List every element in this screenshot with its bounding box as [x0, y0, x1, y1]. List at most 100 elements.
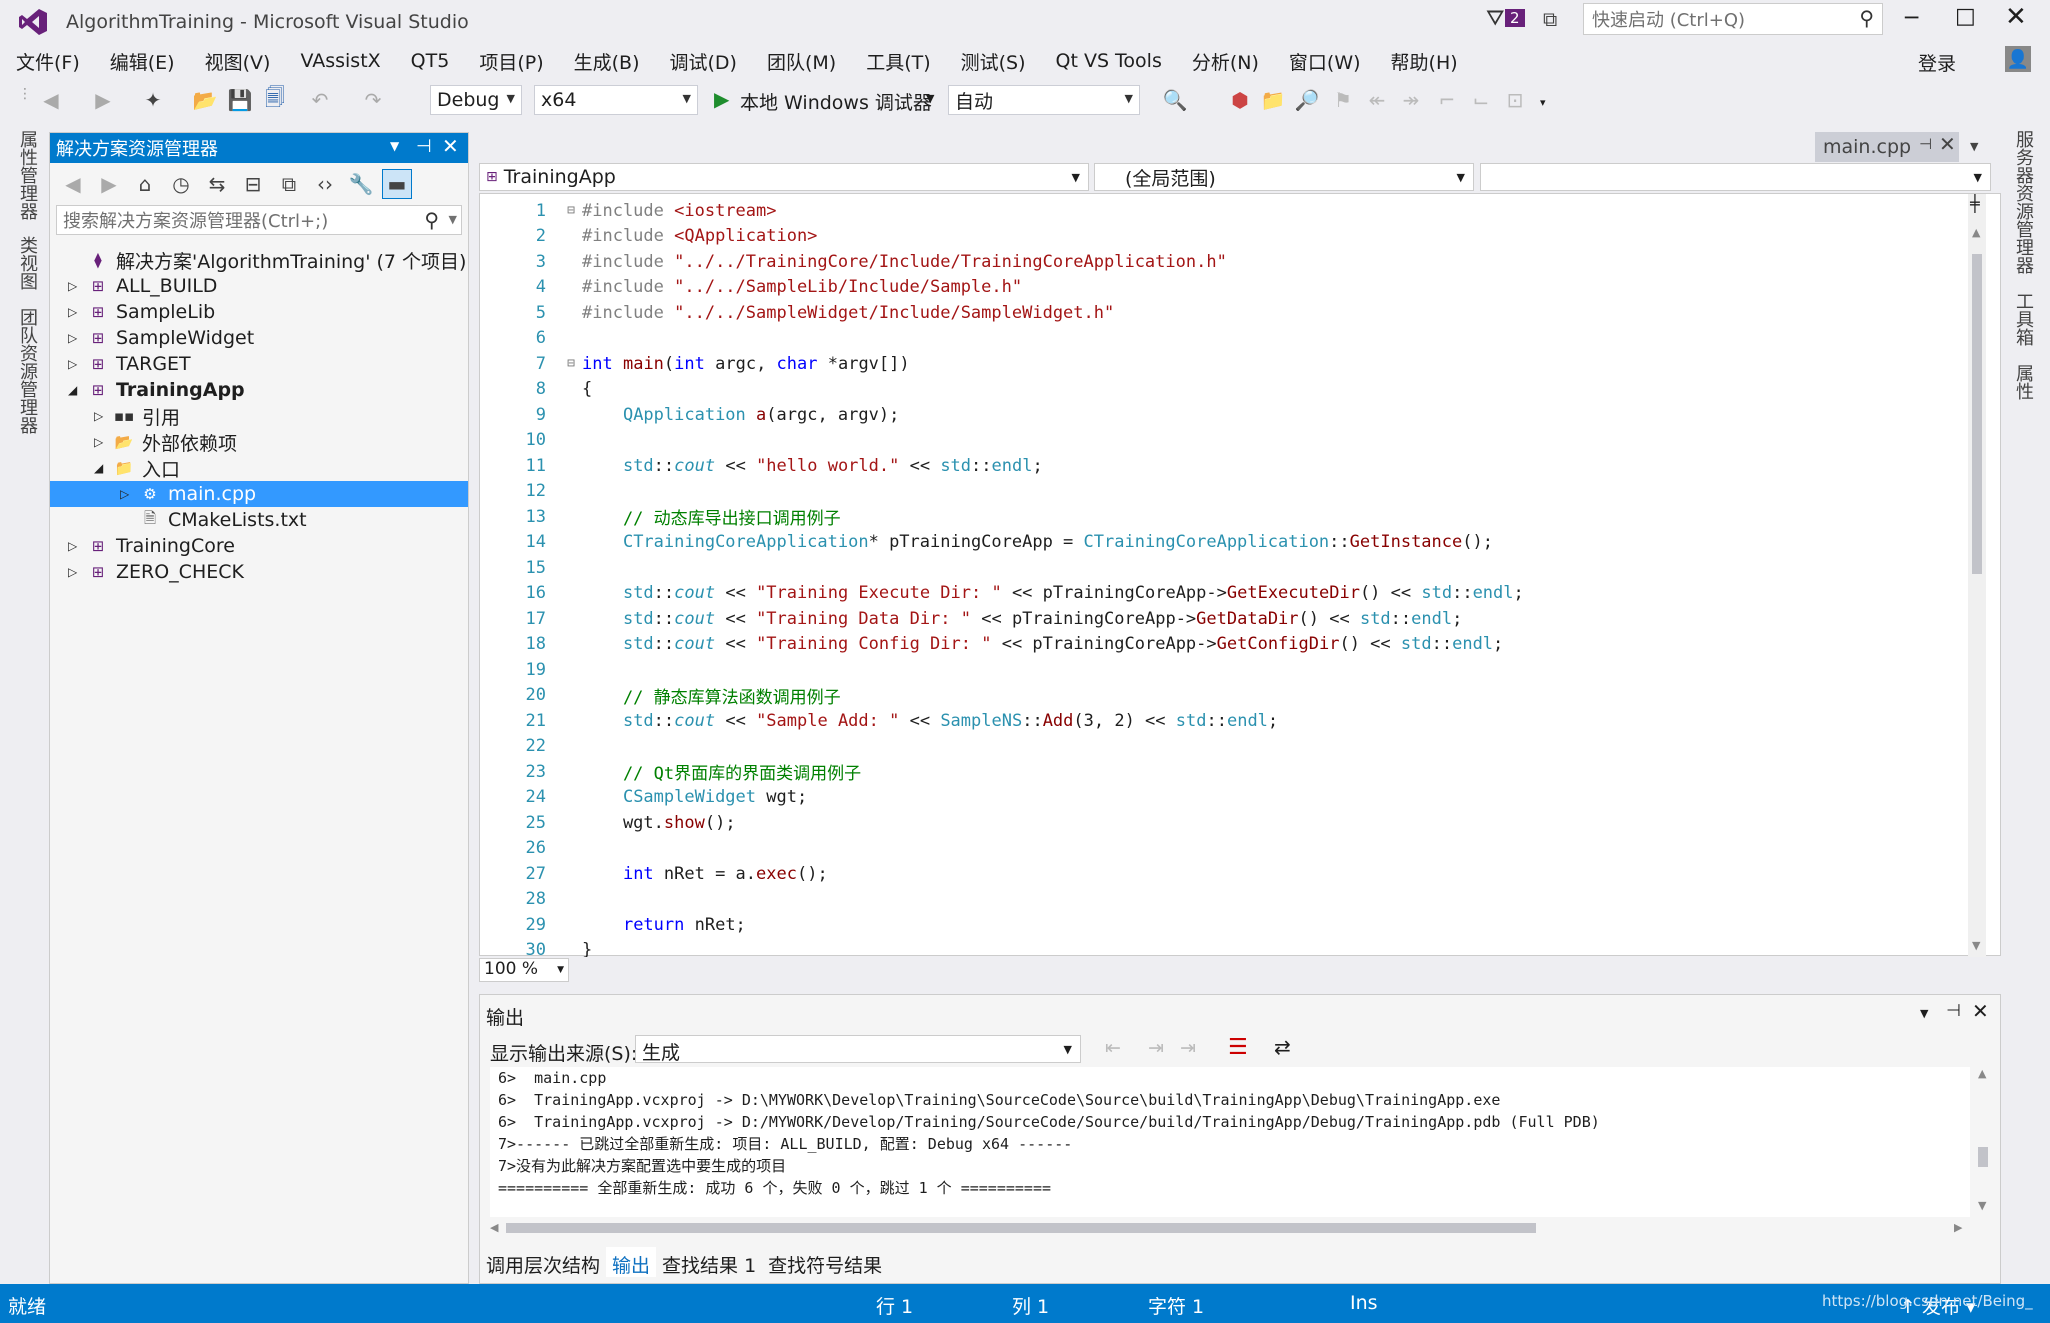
- preview-selected-icon[interactable]: ▬: [382, 169, 412, 199]
- expander-icon[interactable]: ▷: [68, 357, 86, 371]
- save-all-icon[interactable]: 🗐: [260, 85, 290, 115]
- menu-item-analyze[interactable]: 分析(N): [1177, 44, 1274, 78]
- tree-item[interactable]: ▷ ⊞ ZERO_CHECK: [50, 559, 468, 585]
- scroll-up-icon[interactable]: ▲: [1978, 1067, 1986, 1080]
- tab-team-explorer[interactable]: 团队资源管理器: [14, 308, 40, 434]
- member-nav-select[interactable]: ▼: [1480, 163, 1991, 191]
- code-editor[interactable]: 1 ⊟ #include <iostream> 2 #include <QApplica…: [479, 193, 2001, 957]
- code-line[interactable]: 22: [480, 734, 1985, 760]
- code-line[interactable]: 14 CTrainingCoreApplication* pTrainingCo…: [480, 530, 1985, 556]
- next-bookmark-icon[interactable]: ↠: [1396, 85, 1426, 115]
- code-line[interactable]: 12: [480, 479, 1985, 505]
- show-all-files-icon[interactable]: ⧉: [274, 169, 304, 199]
- quick-launch-input[interactable]: 快速启动 (Ctrl+Q) ⚲: [1583, 3, 1883, 35]
- tree-item[interactable]: ▷ 📂 外部依赖项: [50, 429, 468, 455]
- tree-item[interactable]: ▷ ⊞ TrainingCore: [50, 533, 468, 559]
- tree-item[interactable]: ▷ ⚙ main.cpp: [50, 481, 468, 507]
- code-line[interactable]: 9 QApplication a(argc, argv);: [480, 402, 1985, 428]
- pin-tab-icon[interactable]: ⊣: [1919, 135, 1932, 153]
- minimize-button[interactable]: ─: [1905, 6, 1918, 31]
- menu-item-window[interactable]: 窗口(W): [1274, 44, 1376, 78]
- open-file-icon[interactable]: 📂: [190, 85, 220, 115]
- tab-list-dropdown-icon[interactable]: ▼: [1970, 140, 1978, 153]
- expander-icon[interactable]: ◢: [94, 461, 112, 475]
- tree-item[interactable]: ▷ ⊞ ALL_BUILD: [50, 273, 468, 299]
- expander-icon[interactable]: ▷: [68, 305, 86, 319]
- close-panel-icon[interactable]: ✕: [442, 134, 459, 158]
- code-line[interactable]: 7 ⊟ int main(int argc, char *argv[]): [480, 351, 1985, 377]
- properties-wrench-icon[interactable]: 🔧: [346, 169, 376, 199]
- expander-icon[interactable]: ▷: [68, 331, 86, 345]
- code-line[interactable]: 21 std::cout << "Sample Add: " << Sample…: [480, 708, 1985, 734]
- tree-item[interactable]: ▷ ⊞ SampleWidget: [50, 325, 468, 351]
- search-options-icon[interactable]: ▼: [449, 213, 457, 226]
- project-nav-select[interactable]: ⊞ TrainingApp ▼: [479, 163, 1089, 191]
- output-source-select[interactable]: 生成 ▼: [635, 1035, 1081, 1064]
- code-line[interactable]: 13 // 动态库导出接口调用例子: [480, 504, 1985, 530]
- extension-icon[interactable]: ⬢: [1225, 85, 1255, 115]
- scrollbar-thumb[interactable]: [1972, 254, 1982, 574]
- scope-nav-select[interactable]: (全局范围) ▼: [1094, 163, 1474, 191]
- start-debug-icon[interactable]: ▶: [714, 87, 729, 111]
- code-line[interactable]: 25 wgt.show();: [480, 810, 1985, 836]
- word-wrap-icon[interactable]: ⇄: [1274, 1035, 1291, 1059]
- tree-item[interactable]: ◢ ⊞ TrainingApp: [50, 377, 468, 403]
- code-line[interactable]: 29 return nRet;: [480, 912, 1985, 938]
- redo-icon[interactable]: ↷: [358, 85, 388, 115]
- code-line[interactable]: 30}: [480, 938, 1985, 957]
- menu-item-qt5[interactable]: QT5: [396, 44, 465, 78]
- menu-item-tools[interactable]: 工具(T): [851, 44, 945, 78]
- tab-find-results[interactable]: 查找结果 1: [656, 1247, 762, 1277]
- code-line[interactable]: 19: [480, 657, 1985, 683]
- se-forward-icon[interactable]: ▶: [94, 169, 124, 199]
- collapse-icon[interactable]: ⊟: [560, 203, 582, 218]
- code-line[interactable]: 17 std::cout << "Training Data Dir: " <<…: [480, 606, 1985, 632]
- menu-item-vassistx[interactable]: VAssistX: [285, 44, 395, 78]
- menu-item-test[interactable]: 测试(S): [946, 44, 1041, 78]
- tree-item[interactable]: ▷ ▪▪ 引用: [50, 403, 468, 429]
- scroll-up-icon[interactable]: ▲: [1972, 226, 1980, 239]
- tab-find-symbol-results[interactable]: 查找符号结果: [762, 1247, 888, 1277]
- code-line[interactable]: 2 #include <QApplication>: [480, 224, 1985, 250]
- code-line[interactable]: 18 std::cout << "Training Config Dir: " …: [480, 632, 1985, 658]
- folder-icon[interactable]: 📁: [1258, 85, 1288, 115]
- code-lines[interactable]: 1 ⊟ #include <iostream> 2 #include <QApplica…: [480, 194, 1985, 957]
- pin-icon[interactable]: ⊣: [1946, 1001, 1961, 1021]
- tab-call-hierarchy[interactable]: 调用层次结构: [480, 1247, 606, 1277]
- platform-select[interactable]: x64 ▼: [534, 85, 698, 115]
- goto-prev-message-icon[interactable]: ⇤: [1105, 1037, 1121, 1059]
- close-tab-icon[interactable]: ✕: [1939, 132, 1956, 156]
- tab-property-manager[interactable]: 属性管理器: [14, 130, 40, 220]
- zoom-select[interactable]: 100 % ▼: [479, 958, 569, 982]
- pin-icon[interactable]: ⊣: [416, 136, 432, 157]
- code-line[interactable]: 20 // 静态库算法函数调用例子: [480, 683, 1985, 709]
- menu-item-help[interactable]: 帮助(H): [1376, 44, 1473, 78]
- solution-search-input[interactable]: 搜索解决方案资源管理器(Ctrl+;) ⚲ ▼: [56, 205, 462, 235]
- panel-menu-icon[interactable]: ▼: [390, 139, 399, 153]
- menu-item-project[interactable]: 项目(P): [464, 44, 558, 78]
- output-text[interactable]: 6> main.cpp 6> TrainingApp.vcxproj -> D:\…: [490, 1067, 1970, 1217]
- tab-properties[interactable]: 属性: [2010, 364, 2036, 400]
- menu-item-edit[interactable]: 编辑(E): [95, 44, 190, 78]
- account-avatar-icon[interactable]: 👤: [2005, 46, 2031, 72]
- goto-next-message-icon[interactable]: ⇥: [1148, 1037, 1164, 1059]
- uncomment-icon[interactable]: ⌙: [1466, 85, 1496, 115]
- scrollbar-thumb[interactable]: [1978, 1147, 1988, 1167]
- find-in-files-icon[interactable]: 🔍: [1160, 85, 1190, 115]
- tree-item[interactable]: 🗎 CMakeLists.txt: [50, 507, 468, 533]
- output-vertical-scrollbar[interactable]: ▲ ▼: [1974, 1067, 1992, 1217]
- tree-item[interactable]: ⧫ 解决方案'AlgorithmTraining' (7 个项目): [50, 247, 468, 273]
- expander-icon[interactable]: ▷: [94, 409, 112, 423]
- toolbar-overflow-icon[interactable]: ▾: [1540, 96, 1546, 109]
- sync-icon[interactable]: ⇆: [202, 169, 232, 199]
- expander-icon[interactable]: ▷: [68, 539, 86, 553]
- tab-class-view[interactable]: 类视图: [14, 236, 40, 290]
- menu-item-view[interactable]: 视图(V): [190, 44, 286, 78]
- tree-item[interactable]: ◢ 📁 入口: [50, 455, 468, 481]
- new-project-icon[interactable]: ✦: [138, 85, 168, 115]
- expander-icon[interactable]: ▷: [94, 435, 112, 449]
- undo-icon[interactable]: ↶: [305, 85, 335, 115]
- code-line[interactable]: 15: [480, 555, 1985, 581]
- save-icon[interactable]: 💾: [225, 85, 255, 115]
- split-icon[interactable]: ╪: [1970, 194, 1980, 213]
